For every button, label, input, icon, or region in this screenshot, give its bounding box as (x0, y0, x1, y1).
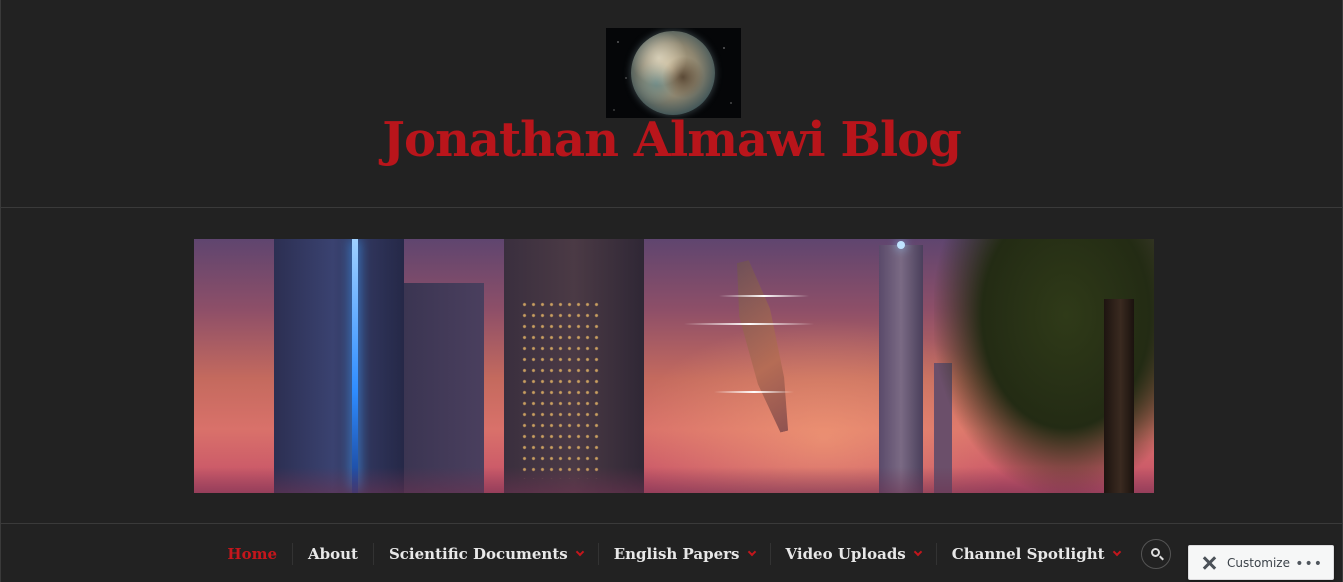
nav-item-label: Video Uploads (785, 544, 906, 563)
header-banner-image (194, 239, 1154, 493)
site-header: Jonathan Almawi Blog (1, 0, 1342, 208)
nav-item-scientific-documents[interactable]: Scientific Documents (372, 542, 598, 565)
customize-label: Customize (1227, 555, 1290, 570)
wrench-screwdriver-icon (1201, 554, 1219, 572)
nav-item-label: English Papers (613, 544, 740, 563)
nav-item-about[interactable]: About (292, 542, 373, 565)
banner-tree-trunk (1104, 299, 1134, 493)
banner-tower-lit (504, 239, 644, 493)
site-title[interactable]: Jonathan Almawi Blog (1, 112, 1342, 168)
nav-item-label: Channel Spotlight (951, 544, 1105, 563)
main-navigation: Home About Scientific Documents English … (1, 523, 1342, 582)
banner-spire (879, 241, 923, 493)
nav-item-label: About (308, 544, 358, 563)
nav-menu: Home About Scientific Documents English … (1, 524, 1342, 582)
chevron-down-icon (747, 547, 756, 556)
customize-button[interactable]: Customize ••• (1188, 545, 1334, 580)
banner-tower (404, 283, 484, 493)
search-button[interactable] (1140, 538, 1171, 569)
ellipsis-icon[interactable]: ••• (1295, 556, 1323, 572)
banner-tower-light (352, 239, 358, 493)
nav-item-home[interactable]: Home (212, 543, 292, 565)
chevron-down-icon (913, 547, 923, 556)
nav-item-label: Home (227, 544, 277, 563)
banner-light-streak (684, 323, 814, 325)
banner-spire-beacon (897, 241, 905, 249)
banner-light-streak (714, 391, 794, 393)
banner-light-streak (719, 295, 809, 297)
banner-windows (520, 299, 600, 479)
site-logo[interactable] (606, 28, 741, 118)
nav-item-video-uploads[interactable]: Video Uploads (769, 542, 936, 565)
search-icon (1150, 547, 1160, 557)
chevron-down-icon (575, 547, 584, 556)
nav-item-channel-spotlight[interactable]: Channel Spotlight (935, 542, 1135, 565)
chevron-down-icon (1112, 547, 1121, 556)
nav-item-english-papers[interactable]: English Papers (597, 542, 770, 565)
planet-icon (631, 31, 715, 115)
banner-tower-blue (274, 239, 404, 493)
nav-item-label: Scientific Documents (388, 544, 568, 563)
search-icon-handle (1158, 555, 1164, 560)
